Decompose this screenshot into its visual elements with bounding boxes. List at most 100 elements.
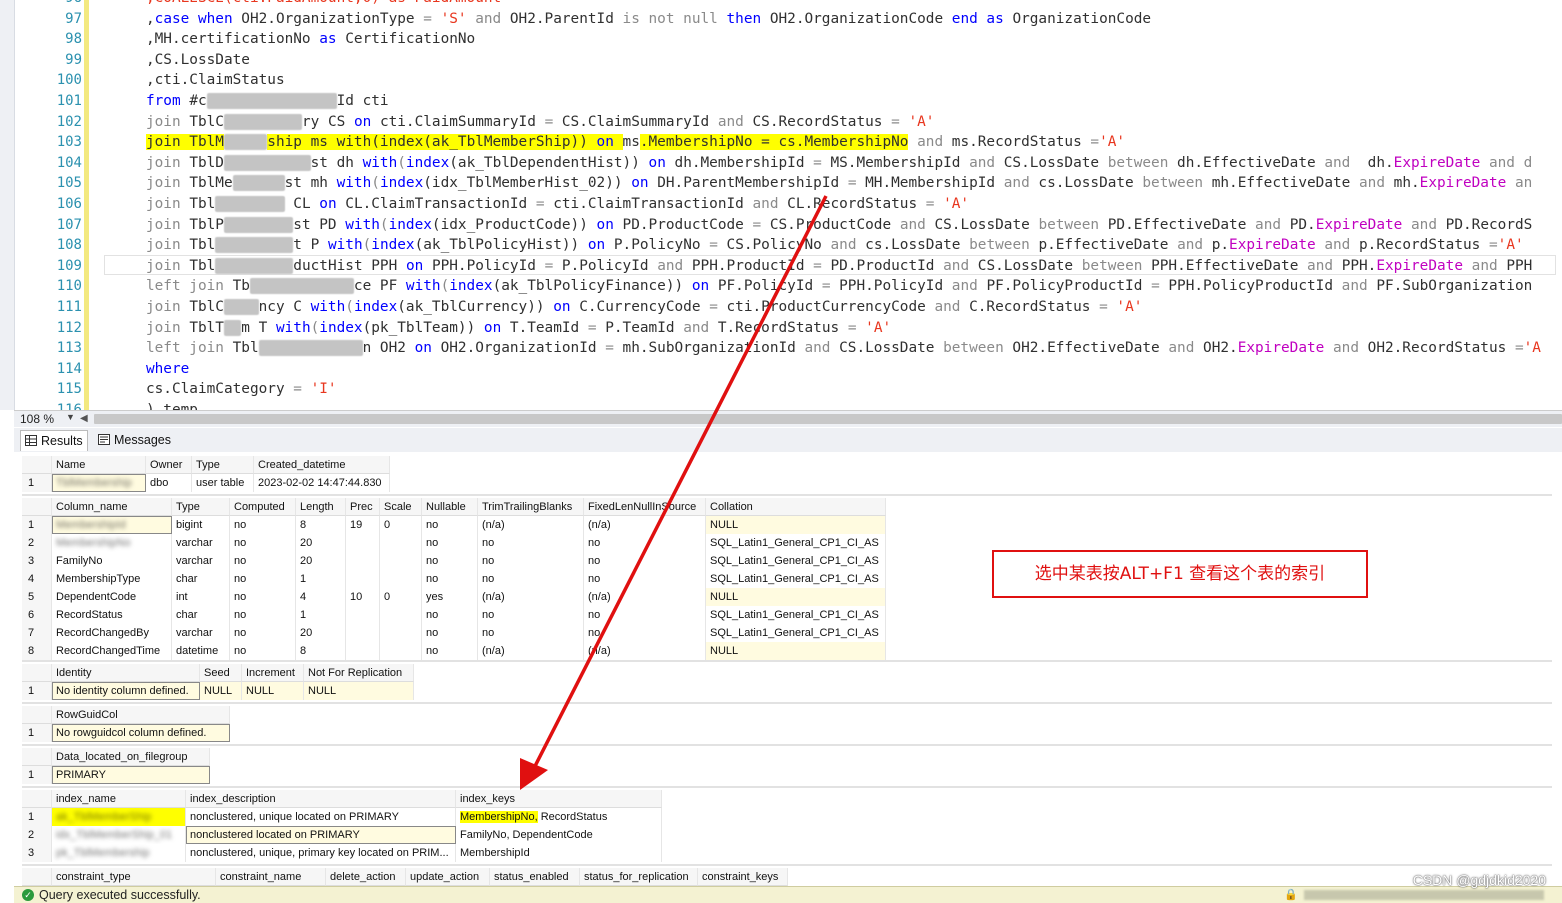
grid-cell[interactable]: 19 bbox=[346, 516, 380, 534]
table-row[interactable]: 1 No rowguidcol column defined. bbox=[22, 724, 230, 742]
grid-cell[interactable]: nonclustered located on PRIMARY bbox=[186, 826, 456, 844]
grid-cell[interactable]: no bbox=[584, 534, 706, 552]
grid-cell[interactable]: user table bbox=[192, 474, 254, 492]
grid-cell[interactable]: no bbox=[584, 624, 706, 642]
grid-cell[interactable]: DependentCode bbox=[52, 588, 172, 606]
grid-cell[interactable] bbox=[346, 606, 380, 624]
column-header[interactable] bbox=[22, 456, 52, 474]
grid-cell[interactable]: no bbox=[422, 516, 478, 534]
grid-cell[interactable]: SQL_Latin1_General_CP1_CI_AS bbox=[706, 552, 886, 570]
grid-cell[interactable]: int bbox=[172, 588, 230, 606]
grid-cell[interactable]: MembershipId bbox=[456, 844, 662, 862]
row-number[interactable]: 4 bbox=[22, 570, 52, 588]
horizontal-scrollbar[interactable] bbox=[94, 414, 1562, 424]
code-line[interactable]: ,CS.LossDate bbox=[94, 50, 250, 70]
code-line[interactable]: from #claimTransactionId cti bbox=[94, 91, 389, 111]
code-line[interactable]: join TblDependentHist dh with(index(ak_T… bbox=[94, 153, 1532, 173]
grid-cell[interactable]: char bbox=[172, 606, 230, 624]
column-header[interactable]: Computed bbox=[230, 498, 296, 516]
grid-cell[interactable]: SQL_Latin1_General_CP1_CI_AS bbox=[706, 534, 886, 552]
grid-cell[interactable]: NULL bbox=[706, 642, 886, 660]
grid-cell[interactable]: 10 bbox=[346, 588, 380, 606]
column-header[interactable]: Length bbox=[296, 498, 346, 516]
table-row[interactable]: 1 No identity column defined. NULL NULL NULL bbox=[22, 682, 414, 700]
grid-cell[interactable]: no bbox=[422, 570, 478, 588]
grid-cell[interactable]: 4 bbox=[296, 588, 346, 606]
grid-cell[interactable]: 8 bbox=[296, 516, 346, 534]
row-number[interactable]: 5 bbox=[22, 588, 52, 606]
column-header[interactable]: Column_name bbox=[52, 498, 172, 516]
grid-cell[interactable]: No rowguidcol column defined. bbox=[52, 724, 230, 742]
grid-cell[interactable]: no bbox=[478, 552, 584, 570]
grid-cell[interactable] bbox=[346, 624, 380, 642]
column-header[interactable] bbox=[22, 706, 52, 724]
grid-cell[interactable]: 1 bbox=[296, 606, 346, 624]
code-line[interactable]: ,cti.ClaimStatus bbox=[94, 70, 285, 90]
grid-cell[interactable]: 8 bbox=[296, 642, 346, 660]
row-number[interactable]: 3 bbox=[22, 552, 52, 570]
grid-cell[interactable] bbox=[346, 534, 380, 552]
grid-cell[interactable] bbox=[380, 606, 422, 624]
table-row[interactable]: 7 RecordChangedBy varchar no 20 no no no SQL_Lat… bbox=[22, 624, 886, 642]
column-header[interactable]: index_name bbox=[52, 790, 186, 808]
grid-cell[interactable]: MembershipId bbox=[52, 516, 172, 534]
grid-cell[interactable]: 20 bbox=[296, 624, 346, 642]
column-header[interactable]: status_enabled bbox=[490, 868, 580, 886]
sql-editor[interactable]: 96 97 98 99 100 101 102 103 104 105 106 107 108 109 11… bbox=[0, 0, 1562, 410]
tab-results[interactable]: Results bbox=[20, 430, 88, 451]
grid-cell[interactable]: datetime bbox=[172, 642, 230, 660]
grid-cell[interactable]: no bbox=[230, 534, 296, 552]
grid-cell[interactable]: varchar bbox=[172, 624, 230, 642]
grid-cell[interactable]: (n/a) bbox=[478, 588, 584, 606]
grid-cell[interactable]: FamilyNo, DependentCode bbox=[456, 826, 662, 844]
code-line[interactable]: where bbox=[94, 359, 189, 379]
column-header[interactable]: Prec bbox=[346, 498, 380, 516]
grid-cell[interactable]: no bbox=[230, 606, 296, 624]
grid-cell[interactable]: RecordChangedTime bbox=[52, 642, 172, 660]
code-line[interactable]: join TblCurrency C with(index(ak_TblCurr… bbox=[94, 297, 1142, 317]
column-header[interactable]: Created_datetime bbox=[254, 456, 390, 474]
column-header[interactable]: delete_action bbox=[326, 868, 406, 886]
row-number[interactable]: 7 bbox=[22, 624, 52, 642]
grid-cell[interactable]: 20 bbox=[296, 534, 346, 552]
column-header[interactable]: FixedLenNullInSource bbox=[584, 498, 706, 516]
column-header[interactable]: constraint_keys bbox=[698, 868, 788, 886]
column-header[interactable]: Increment bbox=[242, 664, 304, 682]
column-header[interactable]: constraint_name bbox=[216, 868, 326, 886]
grid-cell[interactable]: bigint bbox=[172, 516, 230, 534]
grid-cell[interactable]: no bbox=[230, 570, 296, 588]
grid-cell[interactable] bbox=[380, 624, 422, 642]
grid-cell[interactable]: no bbox=[422, 624, 478, 642]
grid-cell[interactable]: char bbox=[172, 570, 230, 588]
column-header[interactable] bbox=[22, 498, 52, 516]
row-number[interactable]: 1 bbox=[22, 682, 52, 700]
code-line[interactable]: ,case when OH2.OrganizationType = 'S' an… bbox=[94, 9, 1151, 29]
row-number[interactable]: 1 bbox=[22, 724, 52, 742]
grid-cell[interactable]: SQL_Latin1_General_CP1_CI_AS bbox=[706, 606, 886, 624]
code-line[interactable]: join TblPolicyProductHist PPH on PPH.Pol… bbox=[94, 256, 1532, 276]
column-header[interactable] bbox=[22, 790, 52, 808]
grid-cell[interactable]: MembershipType bbox=[52, 570, 172, 588]
grid-cell[interactable]: varchar bbox=[172, 552, 230, 570]
code-line[interactable]: cs.ClaimCategory = 'I' bbox=[94, 379, 337, 399]
column-header[interactable]: Seed bbox=[200, 664, 242, 682]
row-number[interactable]: 8 bbox=[22, 642, 52, 660]
grid-cell[interactable]: 0 bbox=[380, 588, 422, 606]
grid-cell[interactable]: no bbox=[230, 642, 296, 660]
grid-cell[interactable]: no bbox=[230, 624, 296, 642]
grid-cell[interactable]: No identity column defined. bbox=[52, 682, 200, 700]
grid-cell[interactable]: no bbox=[422, 534, 478, 552]
column-header[interactable]: update_action bbox=[406, 868, 490, 886]
column-header[interactable]: Type bbox=[192, 456, 254, 474]
grid-cell[interactable]: SQL_Latin1_General_CP1_CI_AS bbox=[706, 570, 886, 588]
column-header[interactable]: Scale bbox=[380, 498, 422, 516]
code-line[interactable]: ,MH.certificationNo as CertificationNo bbox=[94, 29, 475, 49]
grid-cell[interactable]: no bbox=[230, 552, 296, 570]
grid-cell[interactable]: no bbox=[422, 642, 478, 660]
table-row[interactable]: 2 idx_TblMemberShip_01 nonclustered locate… bbox=[22, 826, 662, 844]
column-header[interactable]: Nullable bbox=[422, 498, 478, 516]
column-header[interactable]: Name bbox=[52, 456, 146, 474]
grid-cell[interactable] bbox=[346, 642, 380, 660]
code-line[interactable]: left join TblOrganizatioHn OH2 on OH2.Or… bbox=[94, 338, 1541, 358]
code-line[interactable]: join TblMembership ms with(index(ak_TblM… bbox=[94, 132, 1125, 152]
